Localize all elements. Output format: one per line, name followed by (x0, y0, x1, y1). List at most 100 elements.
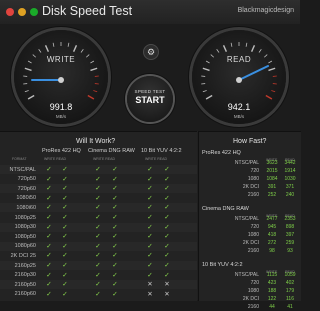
checkmark-icon: ✓ (44, 232, 54, 241)
format-row: 2160p60✓✓✓✓✕✕ (0, 290, 197, 299)
checkmark-icon: ✓ (110, 271, 120, 280)
how-fast-title: How Fast? (233, 138, 266, 145)
gauge-tick (206, 96, 212, 100)
format-label: 2160p60 (15, 291, 36, 297)
read-fps-value: 3442 (283, 160, 297, 166)
gauge-tick (90, 68, 97, 70)
checkmark-icon: ✓ (93, 242, 103, 251)
checkmark-icon: ✓ (145, 175, 155, 184)
checkmark-icon: ✓ (145, 242, 155, 251)
format-row: 1080p60✓✓✓✓✓✓ (0, 242, 197, 251)
checkmark-icon: ✓ (44, 213, 54, 222)
gauge-tick (25, 68, 32, 70)
column-cinema-dng-raw: Cinema DNG RAW (88, 148, 135, 154)
checkmark-icon: ✓ (110, 232, 120, 241)
gauge-tick (259, 49, 261, 52)
checkmark-icon: ✓ (145, 194, 155, 203)
column-10-bit-yuv: 10 Bit YUV 4:2:2 (141, 148, 182, 154)
gauge-tick (203, 91, 207, 92)
fps-row: 2160252240 (199, 191, 301, 199)
checkmark-icon: ✓ (44, 184, 54, 193)
cross-icon: ✕ (145, 290, 155, 299)
checkmark-icon: ✓ (110, 242, 120, 251)
gauge-tick (53, 43, 54, 47)
gauge-tick (246, 43, 247, 47)
format-label: 720p50 (18, 176, 36, 182)
checkmark-icon: ✓ (110, 194, 120, 203)
write-fps-value: 1084 (265, 176, 279, 182)
read-fps-value: 240 (283, 192, 297, 198)
format-row: 1080p25✓✓✓✓✓✓ (0, 213, 197, 222)
write-fps-value: 122 (265, 296, 279, 302)
write-gauge-label: WRITE (14, 55, 108, 64)
format-row: 1080i60✓✓✓✓✓✓ (0, 203, 197, 212)
resolution-label: 1080 (248, 232, 259, 238)
checkmark-icon: ✓ (93, 271, 103, 280)
gauge-tick (74, 45, 77, 51)
checkmark-icon: ✓ (93, 223, 103, 232)
start-speed-test-button[interactable]: SPEED TEST START (127, 76, 173, 122)
checkmark-icon: ✓ (60, 213, 70, 222)
gauge-tick (68, 43, 69, 47)
checkmark-icon: ✓ (44, 194, 54, 203)
checkmark-icon: ✓ (44, 242, 54, 251)
resolution-label: NTSC/PAL (235, 160, 259, 166)
format-label: 2K DCI 25 (11, 253, 36, 259)
resolution-label: 720 (251, 280, 259, 286)
read-gauge-label: READ (192, 55, 286, 64)
write-speed-value: 991.8 (14, 102, 108, 112)
write-fps-value: 44 (265, 304, 279, 310)
checkmark-icon: ✓ (110, 213, 120, 222)
resolution-label: 720 (251, 168, 259, 174)
checkmark-icon: ✓ (110, 251, 120, 260)
checkmark-icon: ✓ (145, 261, 155, 270)
yuv-subheader: WRITE READ (145, 157, 167, 161)
checkmark-icon: ✓ (110, 290, 120, 299)
checkmark-icon: ✓ (145, 184, 155, 193)
gauge-tick (231, 43, 232, 47)
checkmark-icon: ✓ (162, 271, 172, 280)
format-row: 720p50✓✓✓✓✓✓ (0, 175, 197, 184)
checkmark-icon: ✓ (110, 175, 120, 184)
checkmark-icon: ✓ (162, 251, 172, 260)
format-label: 2160p50 (15, 282, 36, 288)
checkmark-icon: ✓ (60, 280, 70, 289)
gauge-tick (25, 91, 29, 92)
format-label: 720p60 (18, 186, 36, 192)
read-gauge: READ 942.1 MB/s (192, 30, 286, 124)
read-fps-value: 116 (283, 296, 297, 302)
format-label: 1080i50 (16, 195, 36, 201)
checkmark-icon: ✓ (162, 213, 172, 222)
format-label: 1080p30 (15, 224, 36, 230)
read-fps-value: 179 (283, 288, 297, 294)
write-fps-value: 418 (265, 232, 279, 238)
checkmark-icon: ✓ (93, 251, 103, 260)
cross-icon: ✕ (162, 280, 172, 289)
resolution-label: 1080 (248, 288, 259, 294)
gauge-tick (46, 45, 49, 51)
checkmark-icon: ✓ (44, 203, 54, 212)
will-it-work-title: Will It Work? (76, 138, 115, 145)
checkmark-icon: ✓ (93, 203, 103, 212)
read-speed-value: 942.1 (192, 102, 286, 112)
checkmark-icon: ✓ (93, 232, 103, 241)
gauge-tick (252, 45, 255, 51)
checkmark-icon: ✓ (162, 203, 172, 212)
resolution-label: 2K DCI (243, 296, 259, 302)
format-label: NTSC/PAL (10, 167, 37, 173)
settings-gear-icon[interactable]: ⚙ (143, 44, 159, 60)
format-label: 1080i60 (16, 205, 36, 211)
checkmark-icon: ✓ (60, 271, 70, 280)
read-speed-unit: MB/s (192, 114, 286, 119)
format-row: 2160p50✓✓✓✓✕✕ (0, 280, 197, 289)
minimize-window-button[interactable] (18, 8, 26, 16)
checkmark-icon: ✓ (44, 290, 54, 299)
checkmark-icon: ✓ (44, 261, 54, 270)
cross-icon: ✕ (162, 290, 172, 299)
checkmark-icon: ✓ (145, 203, 155, 212)
brand-logo: Blackmagicdesign (238, 7, 294, 14)
checkmark-icon: ✓ (145, 251, 155, 260)
close-window-button[interactable] (6, 8, 14, 16)
zoom-window-button[interactable] (30, 8, 38, 16)
read-needle-hub (236, 77, 242, 83)
